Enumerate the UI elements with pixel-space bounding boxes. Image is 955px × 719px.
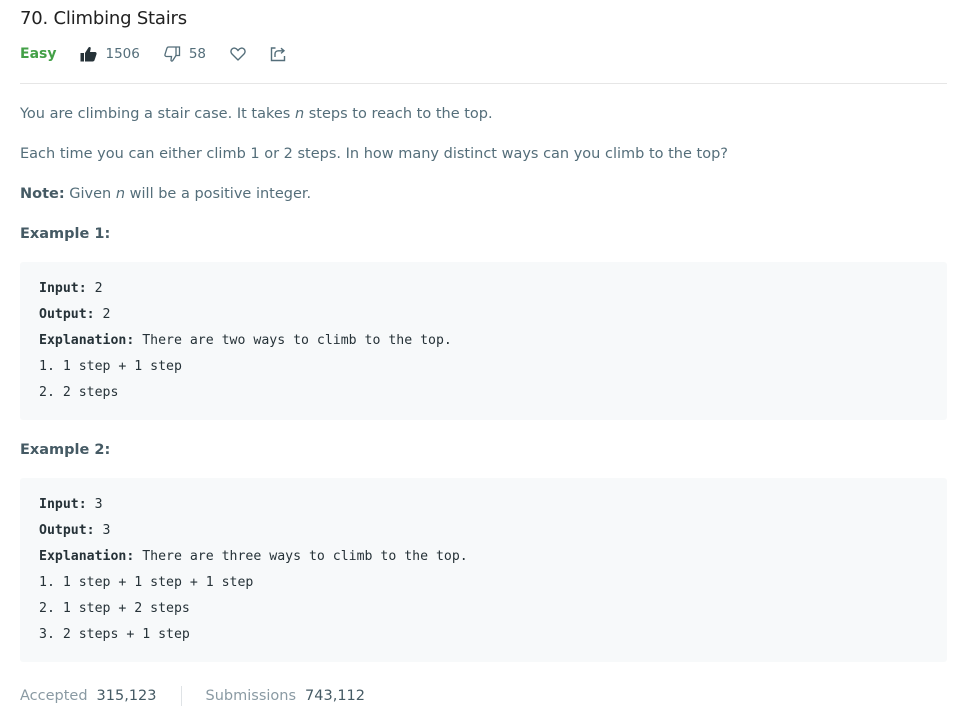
note-paragraph: Note: Given n will be a positive integer… [20,186,312,202]
example-1-step: 1. 1 step + 1 step [39,359,182,374]
like-button[interactable]: 1506 [80,46,140,62]
thumbs-down-icon [164,46,181,62]
example-2-input: Input: 3 [39,497,103,512]
example-1-heading: Example 1: [20,226,111,242]
example-1-output: Output: 2 [39,307,111,322]
header-divider [20,83,947,84]
example-1-box: Input: 2 Output: 2 Explanation: There ar… [20,262,947,420]
like-count: 1506 [105,46,140,62]
accepted-value: 315,123 [96,688,157,704]
variable-n: n [294,106,305,122]
difficulty-label: Easy [20,46,57,62]
description-paragraph-2: Each time you can either climb 1 or 2 st… [20,146,728,162]
share-icon [270,46,286,62]
dislike-button[interactable]: 58 [164,46,206,62]
submissions-value: 743,112 [305,688,365,704]
example-1-explanation: Explanation: There are two ways to climb… [39,333,452,348]
example-1-step: 2. 2 steps [39,385,119,400]
note-label: Note: [20,186,65,202]
example-2-heading: Example 2: [20,442,111,458]
example-2-step: 1. 1 step + 1 step + 1 step [39,575,254,590]
stats-divider [180,686,182,706]
example-2-box: Input: 3 Output: 3 Explanation: There ar… [20,478,947,662]
accepted-label: Accepted [20,688,88,704]
problem-meta-bar: Easy 1506 58 [20,42,310,66]
example-2-output: Output: 3 [39,523,111,538]
variable-n: n [115,186,126,202]
example-2-step: 2. 1 step + 2 steps [39,601,190,616]
dislike-count: 58 [188,46,207,62]
favorite-button[interactable] [230,47,246,61]
submission-stats: Accepted 315,123 Submissions 743,112 [20,686,365,706]
description-paragraph-1: You are climbing a stair case. It takes … [20,106,493,122]
submissions-label: Submissions [205,688,297,704]
example-1-input: Input: 2 [39,281,103,296]
share-button[interactable] [270,46,286,62]
example-2-step: 3. 2 steps + 1 step [39,627,190,642]
thumbs-up-icon [80,46,98,62]
heart-icon [230,47,246,61]
problem-title: 70. Climbing Stairs [20,8,187,29]
example-2-explanation: Explanation: There are three ways to cli… [39,549,468,564]
problem-description: You are climbing a stair case. It takes … [20,104,947,662]
